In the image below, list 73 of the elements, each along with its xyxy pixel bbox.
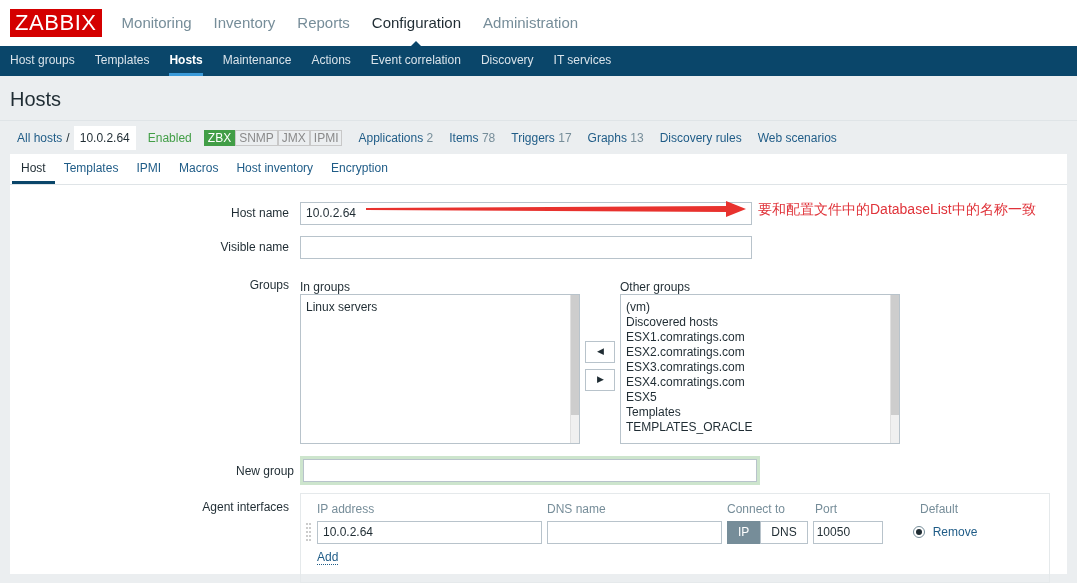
other-groups-list[interactable]: (vm) Discovered hosts ESX1.comratings.com ESX2.comratings.com ESX3.comratings.com ESX4.comratings.com ESX5 Templates TEMPLATES_ORACLE <box>620 294 900 444</box>
form-tab[interactable]: Host <box>12 154 55 184</box>
host-name-field[interactable]: 10.0.2.64 <box>300 201 752 225</box>
sub-menu-item[interactable]: Discovery <box>480 46 534 76</box>
list-option[interactable]: Templates <box>626 405 885 420</box>
in-groups-list[interactable]: Linux servers <box>300 294 580 444</box>
top-menu-item[interactable]: Inventory <box>213 11 276 35</box>
list-title: Other groups <box>620 279 692 294</box>
logo[interactable]: ZABBIX <box>10 9 102 37</box>
availability-badge: ZBX <box>203 129 236 146</box>
scrollbar[interactable] <box>570 295 579 443</box>
form-tab[interactable]: Host inventory <box>227 154 323 184</box>
column-header: DNS name <box>547 501 607 518</box>
host-link[interactable]: Discovery rules <box>659 128 742 147</box>
list-option[interactable]: ESX3.comratings.com <box>626 360 885 375</box>
availability-badge: JMX <box>277 129 310 146</box>
new-group-field[interactable] <box>300 456 760 485</box>
top-menu-item[interactable]: Monitoring <box>121 11 192 35</box>
list-option[interactable]: ESX1.comratings.com <box>626 330 885 345</box>
move-left-button[interactable]: ◀ <box>585 341 615 363</box>
add-link[interactable]: Add <box>317 551 339 565</box>
breadcrumb-current: 10.0.2.64 <box>73 125 136 150</box>
list-option[interactable]: ESX2.comratings.com <box>626 345 885 360</box>
column-header: Port <box>815 501 838 518</box>
field-label: Groups <box>248 277 290 294</box>
column-header: Connect to <box>727 501 787 518</box>
field-label: New group <box>234 462 295 480</box>
sub-menu-item[interactable]: Event correlation <box>370 46 461 76</box>
field-label: Host name <box>229 205 290 222</box>
list-option[interactable]: ESX5 <box>626 390 885 405</box>
form-tab[interactable]: Templates <box>54 154 128 184</box>
top-menu-item[interactable]: Reports <box>297 11 350 35</box>
availability-badge: IPMI <box>309 129 343 146</box>
sub-menu-item[interactable]: Maintenance <box>222 46 292 76</box>
page-title: Hosts <box>10 88 63 110</box>
host-link[interactable]: Web scenarios <box>757 128 837 147</box>
breadcrumb-separator: / <box>66 129 70 147</box>
ip-address-field[interactable]: 10.0.2.64 <box>317 520 542 544</box>
remove-link[interactable]: Remove <box>932 523 978 541</box>
list-option[interactable]: Linux servers <box>306 300 565 315</box>
host-link[interactable]: Graphs 13 <box>587 128 644 147</box>
annotation-text: 要和配置文件中的DatabaseList中的名称一致 <box>758 199 1036 218</box>
list-title: In groups <box>300 279 352 294</box>
list-option[interactable]: Discovered hosts <box>626 315 885 330</box>
sub-menu-item[interactable]: Templates <box>94 46 150 76</box>
availability-badge: SNMP <box>235 129 278 146</box>
sub-menu-item[interactable]: IT services <box>553 46 612 76</box>
sub-menu-item[interactable]: Hosts <box>169 46 203 76</box>
port-field[interactable]: 10050 <box>812 520 883 544</box>
breadcrumb-link[interactable]: All hosts <box>17 128 63 147</box>
list-option[interactable]: ESX4.comratings.com <box>626 375 885 390</box>
list-option[interactable]: (vm) <box>626 300 885 315</box>
host-link[interactable]: Triggers 17 <box>511 128 572 147</box>
field-label: Visible name <box>219 239 290 256</box>
list-option[interactable]: TEMPLATES_ORACLE <box>626 420 885 435</box>
drag-handle-icon[interactable] <box>306 523 311 541</box>
sub-menu-item[interactable]: Host groups <box>10 46 75 76</box>
form-tab[interactable]: Macros <box>170 154 228 184</box>
host-link[interactable]: Applications 2 <box>358 128 434 147</box>
move-right-button[interactable]: ▶ <box>585 369 615 391</box>
form-tab[interactable]: Encryption <box>322 154 397 184</box>
connect-toggle[interactable]: DNS <box>760 520 808 544</box>
sub-menu-item[interactable]: Actions <box>311 46 351 76</box>
top-menu-item[interactable]: Administration <box>483 11 579 35</box>
arrow-icon <box>366 200 746 217</box>
field-label: Agent interfaces <box>201 499 290 516</box>
column-header: IP address <box>317 501 376 518</box>
visible-name-field[interactable] <box>300 235 752 259</box>
host-link[interactable]: Items 78 <box>449 128 496 147</box>
scrollbar[interactable] <box>890 295 899 443</box>
dns-name-field[interactable] <box>547 520 722 544</box>
column-header: Default <box>920 501 960 518</box>
form-tab[interactable]: IPMI <box>127 154 171 184</box>
